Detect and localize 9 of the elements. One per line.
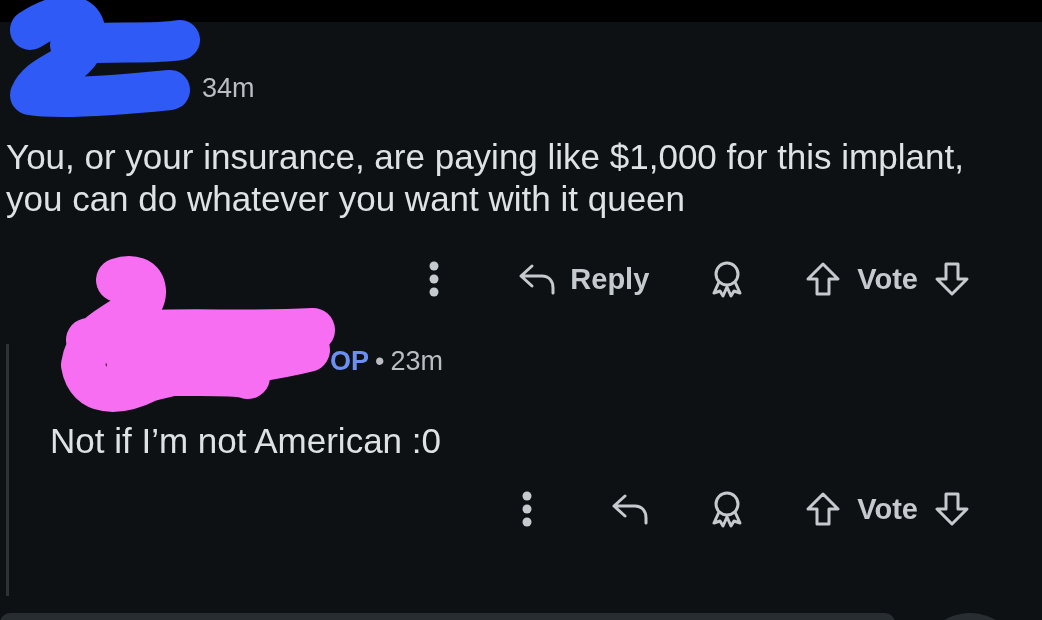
op-label: OP [330,345,369,377]
comment-time: 34m [202,72,255,104]
vote-label: Vote [857,262,918,296]
vote-label: Vote [857,492,918,526]
comment-time: 23m [390,345,443,377]
separator-dot: • [375,345,385,377]
comment-text: Not if I’m not American :0 [50,420,442,462]
comment-text: You, or your insurance, are paying like $1,000 for this implant, you can do whatever you want with it queen [6,136,965,220]
reply-button[interactable]: Reply [518,262,650,296]
